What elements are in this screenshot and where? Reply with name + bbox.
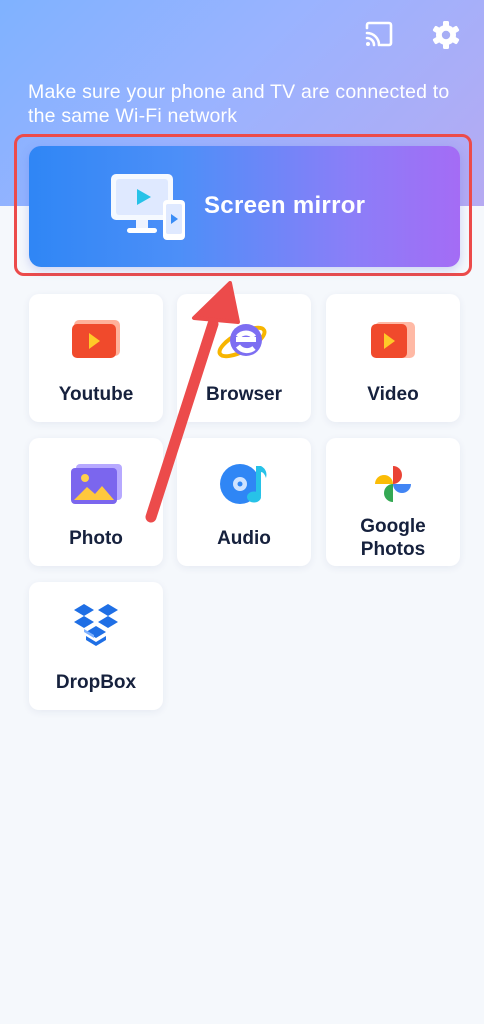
tile-youtube[interactable]: Youtube [29, 294, 163, 422]
tile-browser[interactable]: Browser [177, 294, 311, 422]
tile-dropbox[interactable]: DropBox [29, 582, 163, 710]
wifi-hint-text: Make sure your phone and TV are connecte… [28, 81, 450, 127]
top-bar [0, 0, 484, 70]
tile-label: DropBox [55, 672, 137, 693]
tile-label: Google Photos [360, 516, 426, 560]
tile-label: Youtube [58, 384, 134, 405]
monitor-phone-play-icon [111, 174, 185, 240]
cast-icon [365, 21, 393, 47]
tile-audio[interactable]: Audio [177, 438, 311, 566]
screen-mirror-label: Screen mirror [204, 192, 366, 219]
tile-label: Browser [205, 384, 283, 405]
audio-icon [220, 464, 267, 504]
screen-mirror-button[interactable]: Screen mirror [29, 146, 460, 267]
youtube-icon [72, 320, 120, 358]
tile-google-photos[interactable]: Google Photos [326, 438, 460, 566]
tile-label: Video [367, 384, 419, 405]
tile-video[interactable]: Video [326, 294, 460, 422]
google-photos-icon [375, 466, 411, 502]
cast-button[interactable] [362, 18, 396, 52]
tile-label: Photo [69, 528, 123, 549]
settings-button[interactable] [428, 17, 464, 53]
browser-e-icon [217, 324, 267, 359]
dropbox-icon [74, 604, 118, 646]
tile-label: Audio [217, 528, 271, 549]
tile-photo[interactable]: Photo [29, 438, 163, 566]
settings-gear-icon [432, 21, 460, 49]
photo-icon [71, 464, 122, 504]
video-icon [371, 322, 415, 358]
